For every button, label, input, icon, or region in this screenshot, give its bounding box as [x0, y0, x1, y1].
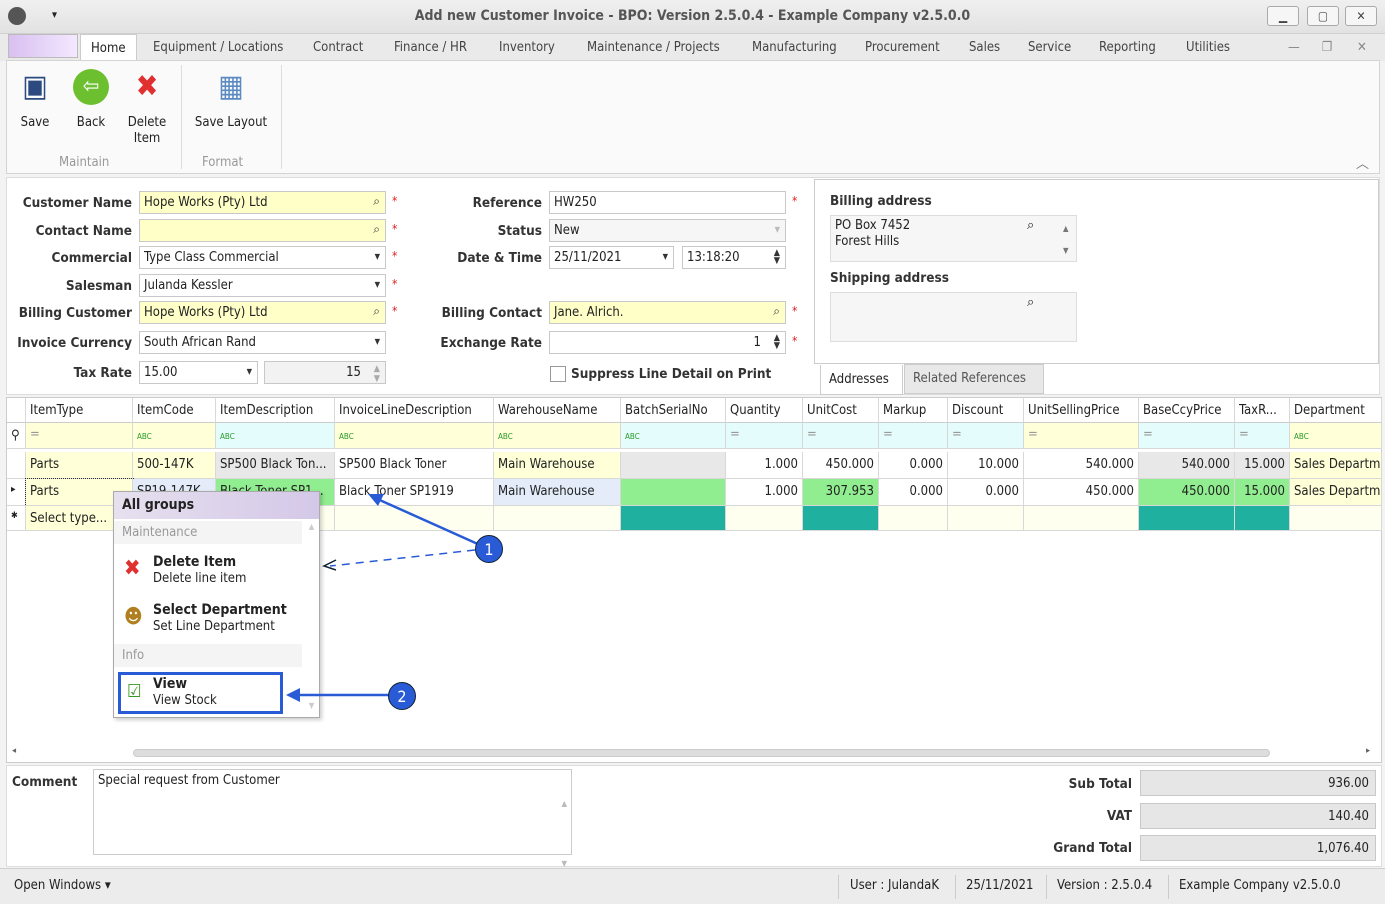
comment-textarea[interactable]: Special request from Customer ▲ ▼: [93, 769, 572, 868]
callout-2: 2: [388, 682, 416, 710]
status-bar: Open Windows ▾ User : JulandaK 25/11/202…: [0, 868, 1385, 904]
sub-total-label: Sub Total: [1068, 776, 1132, 792]
callout-1: 1: [475, 535, 503, 563]
vat-label: VAT: [1106, 808, 1132, 824]
open-windows-button[interactable]: Open Windows ▾: [14, 878, 111, 893]
status-user: User : JulandaK: [850, 878, 939, 893]
sub-total-value: 936.00: [1140, 770, 1376, 796]
status-company: Example Company v2.5.0.0: [1179, 878, 1341, 893]
status-version: Version : 2.5.0.4: [1057, 878, 1153, 893]
status-date: 25/11/2021: [966, 878, 1034, 893]
grand-total-label: Grand Total: [1053, 840, 1132, 856]
vat-value: 140.40: [1140, 803, 1376, 829]
comment-label: Comment: [12, 774, 78, 790]
grand-total-value: 1,076.40: [1140, 835, 1376, 861]
